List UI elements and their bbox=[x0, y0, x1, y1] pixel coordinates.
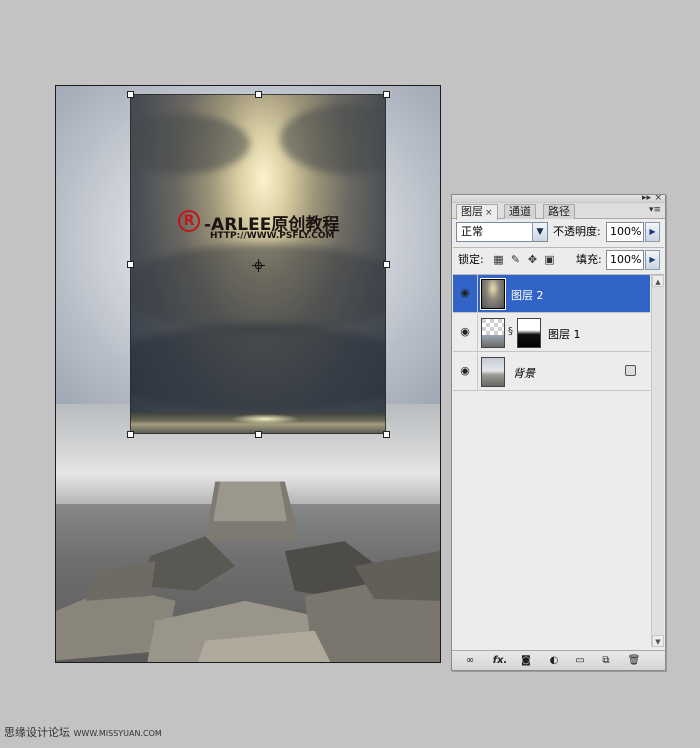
handle-top-middle[interactable] bbox=[255, 91, 262, 98]
tab-channels[interactable]: 通道 bbox=[504, 204, 536, 219]
watermark-url: HTTP://WWW.PSFLY.COM bbox=[210, 231, 335, 241]
scroll-up-icon[interactable]: ▲ bbox=[652, 275, 664, 287]
fill-input[interactable]: 100% bbox=[606, 250, 644, 270]
layer-mask-thumbnail[interactable] bbox=[517, 318, 541, 348]
fill-label: 填充: bbox=[576, 253, 602, 266]
lock-transparency-icon[interactable]: ▦ bbox=[492, 253, 505, 266]
layer-row-layer-1[interactable]: ◉ § 图层 1 bbox=[453, 314, 650, 352]
layers-list: ◉ 图层 2 ◉ § 图层 1 ◉ 背景 bbox=[453, 275, 650, 645]
tab-paths-label: 路径 bbox=[548, 205, 570, 218]
blend-mode-value: 正常 bbox=[461, 225, 483, 238]
divider bbox=[477, 275, 478, 313]
collapse-icon[interactable]: ▸▸ bbox=[642, 194, 651, 203]
mask-icon[interactable]: ◙ bbox=[518, 654, 534, 668]
divider bbox=[453, 247, 664, 248]
transform-center-icon[interactable] bbox=[252, 259, 265, 272]
registered-mark: R bbox=[178, 210, 200, 232]
background-thumbnail[interactable] bbox=[481, 357, 505, 387]
handle-bottom-middle[interactable] bbox=[255, 431, 262, 438]
tab-layers[interactable]: 图层 × bbox=[456, 204, 498, 220]
blend-mode-select[interactable]: 正常 ▼ bbox=[456, 222, 548, 242]
tab-channels-label: 通道 bbox=[509, 205, 531, 218]
handle-middle-left[interactable] bbox=[127, 261, 134, 268]
lock-all-icon[interactable]: ▣ bbox=[543, 253, 556, 266]
site-url: WWW.MISSYUAN.COM bbox=[73, 729, 162, 738]
opacity-slider-button[interactable]: ▶ bbox=[645, 222, 660, 242]
lock-icon bbox=[625, 365, 636, 376]
fill-slider-button[interactable]: ▶ bbox=[645, 250, 660, 270]
layer-name[interactable]: 图层 1 bbox=[548, 326, 581, 342]
divider bbox=[477, 314, 478, 352]
handle-top-right[interactable] bbox=[383, 91, 390, 98]
adjustment-icon[interactable]: ◐ bbox=[546, 654, 562, 668]
visibility-eye-icon[interactable]: ◉ bbox=[457, 326, 473, 338]
blend-opacity-row: 正常 ▼ 不透明度: 100% ▶ bbox=[456, 222, 662, 244]
watermark-logo: R -ARLEE原创教程 HTTP://WWW.PSFLY.COM bbox=[178, 206, 378, 246]
layer-row-layer-2[interactable]: ◉ 图层 2 bbox=[453, 275, 650, 313]
tab-layers-label: 图层 bbox=[461, 205, 483, 218]
handle-top-left[interactable] bbox=[127, 91, 134, 98]
layers-bottom-toolbar: ∞ fx. ◙ ◐ ▭ ⧉ 🗑 bbox=[452, 650, 665, 670]
close-panel-icon[interactable]: × bbox=[654, 194, 662, 203]
layer-name[interactable]: 背景 bbox=[513, 365, 535, 381]
folder-icon[interactable]: ▭ bbox=[572, 654, 588, 668]
layers-scrollbar[interactable]: ▲ ▼ bbox=[651, 275, 664, 647]
tab-paths[interactable]: 路径 bbox=[543, 204, 575, 219]
layer-2-thumbnail[interactable] bbox=[480, 278, 506, 310]
chevron-down-icon[interactable]: ▼ bbox=[532, 223, 547, 241]
panel-menu-icon[interactable]: ▾≡ bbox=[649, 205, 661, 215]
divider bbox=[477, 353, 478, 391]
opacity-label: 不透明度: bbox=[553, 225, 601, 238]
lock-fill-row: 锁定: ▦ ✎ ✥ ▣ 填充: 100% ▶ bbox=[456, 250, 662, 272]
panel-titlebar[interactable]: ▸▸ × bbox=[452, 194, 665, 203]
handle-bottom-left[interactable] bbox=[127, 431, 134, 438]
scroll-down-icon[interactable]: ▼ bbox=[652, 635, 664, 647]
link-icon[interactable]: ∞ bbox=[462, 654, 478, 668]
layer-name[interactable]: 图层 2 bbox=[511, 287, 544, 303]
site-name: 思缘设计论坛 bbox=[4, 726, 70, 739]
lock-position-icon[interactable]: ✥ bbox=[526, 253, 539, 266]
trash-icon[interactable]: 🗑 bbox=[626, 654, 642, 668]
handle-middle-right[interactable] bbox=[383, 261, 390, 268]
mask-link-icon[interactable]: § bbox=[508, 326, 513, 337]
site-watermark: 思缘设计论坛 WWW.MISSYUAN.COM bbox=[4, 724, 162, 740]
lock-label: 锁定: bbox=[458, 253, 484, 266]
layer-row-background[interactable]: ◉ 背景 bbox=[453, 353, 650, 391]
tab-close-icon[interactable]: × bbox=[485, 208, 493, 218]
background-rocks bbox=[56, 481, 440, 662]
handle-bottom-right[interactable] bbox=[383, 431, 390, 438]
document-canvas[interactable]: R -ARLEE原创教程 HTTP://WWW.PSFLY.COM bbox=[55, 85, 441, 663]
panel-tabs: 图层 × 通道 路径 ▾≡ bbox=[452, 203, 665, 220]
visibility-eye-icon[interactable]: ◉ bbox=[457, 287, 473, 299]
layers-panel: ▸▸ × 图层 × 通道 路径 ▾≡ 正常 ▼ 不透明度: 100% ▶ 锁定: … bbox=[451, 194, 666, 671]
opacity-input[interactable]: 100% bbox=[606, 222, 644, 242]
layer-1-thumbnail[interactable] bbox=[481, 318, 505, 348]
new-layer-icon[interactable]: ⧉ bbox=[598, 654, 614, 668]
lock-pixels-icon[interactable]: ✎ bbox=[509, 253, 522, 266]
visibility-eye-icon[interactable]: ◉ bbox=[457, 365, 473, 377]
fx-icon[interactable]: fx. bbox=[492, 654, 508, 668]
sun-reflection bbox=[230, 414, 300, 424]
